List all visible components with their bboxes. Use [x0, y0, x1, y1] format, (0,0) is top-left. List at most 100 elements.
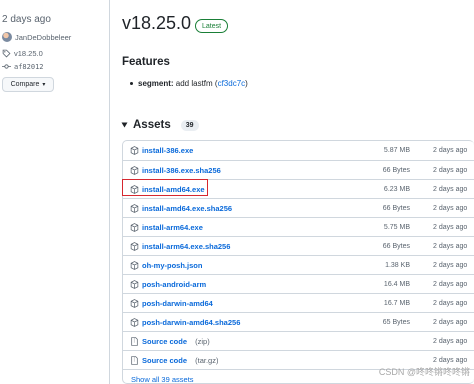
asset-name[interactable]: Source code [142, 337, 187, 346]
asset-row: install-386.exe 5.87 MB 2 days ago [123, 141, 474, 160]
asset-name[interactable]: posh-darwin-amd64.sha256 [142, 318, 240, 327]
tag-icon [2, 49, 11, 58]
author-avatar [2, 32, 12, 42]
asset-name[interactable]: install-arm64.exe [142, 223, 203, 232]
package-icon [130, 279, 139, 289]
file-zip-icon [131, 355, 138, 365]
assets-heading: Assets [133, 119, 171, 131]
asset-link[interactable]: posh-darwin-amd64 [130, 299, 213, 308]
asset-link[interactable]: posh-darwin-amd64.sha256 [130, 318, 240, 327]
tag-label[interactable]: v18.25.0 [14, 49, 43, 58]
package-icon [130, 260, 139, 270]
watermark: CSDN @咚咚锵咚咚锵 [378, 367, 470, 377]
asset-name[interactable]: install-arm64.exe.sha256 [142, 242, 230, 251]
asset-date: 2 days ago [433, 337, 468, 345]
bullet [130, 82, 133, 85]
asset-link[interactable]: Source code (zip) [130, 337, 210, 346]
asset-row: install-386.exe.sha256 66 Bytes 2 days a… [123, 160, 474, 179]
asset-link[interactable]: install-arm64.exe.sha256 [130, 242, 230, 251]
asset-size: 16.7 MB [383, 299, 410, 307]
release-sidebar: 2 days ago JanDeDobbeleer v18.25.0 af820… [0, 0, 110, 384]
commit-icon [2, 64, 11, 69]
feature-text: add lastfm ( [173, 79, 218, 88]
commit-sha[interactable]: af82012 [14, 63, 44, 71]
asset-link[interactable]: install-amd64.exe [130, 185, 205, 194]
asset-link[interactable]: oh-my-posh.json [130, 261, 202, 270]
asset-date: 2 days ago [433, 147, 468, 154]
feature-close-paren: ) [245, 79, 248, 88]
assets-list: install-386.exe 5.87 MB 2 days ago insta… [122, 140, 474, 384]
features-heading: Features [122, 56, 170, 68]
asset-format: (tar.gz) [195, 355, 219, 365]
asset-name[interactable]: install-amd64.exe [142, 185, 205, 194]
asset-link[interactable]: install-amd64.exe.sha256 [130, 204, 232, 213]
author-name[interactable]: JanDeDobbeleer [15, 33, 71, 42]
asset-size: 66 Bytes [382, 242, 410, 250]
compare-button[interactable]: Compare ▾ [2, 77, 54, 92]
assets-count-badge: 39 [180, 119, 199, 131]
latest-badge: Latest [195, 19, 229, 33]
package-icon [130, 317, 139, 327]
asset-row: posh-darwin-amd64 16.7 MB 2 days ago [123, 293, 474, 312]
asset-link[interactable]: install-386.exe [130, 146, 193, 155]
release-date: 2 days ago [2, 14, 51, 25]
asset-link[interactable]: install-386.exe.sha256 [130, 166, 221, 175]
asset-date: 2 days ago [433, 166, 468, 174]
asset-name[interactable]: install-amd64.exe.sha256 [142, 204, 232, 213]
asset-date: 2 days ago [433, 318, 468, 326]
chevron-down-icon: ▾ [42, 82, 46, 88]
asset-size: 1.38 KB [385, 261, 410, 269]
compare-label: Compare [10, 81, 40, 88]
asset-date: 2 days ago [433, 185, 468, 193]
asset-date: 2 days ago [433, 280, 468, 288]
asset-size: 65 Bytes [382, 318, 410, 326]
asset-size: 6.23 MB [383, 185, 410, 193]
asset-row: oh-my-posh.json 1.38 KB 2 days ago [123, 255, 474, 274]
asset-link[interactable]: posh-android-arm [130, 280, 206, 289]
caret-down-icon [121, 122, 128, 128]
package-icon [130, 298, 139, 308]
asset-row: install-arm64.exe 5.75 MB 2 days ago [123, 217, 474, 236]
commit-link[interactable]: af82012 [2, 62, 44, 71]
asset-row: posh-darwin-amd64.sha256 65 Bytes 2 days… [123, 312, 474, 331]
asset-name[interactable]: install-386.exe [142, 146, 193, 155]
feature-list-item: segment: add lastfm (cf3dc7c) [130, 79, 248, 88]
package-icon [130, 241, 139, 251]
package-icon [130, 203, 139, 213]
asset-row: install-amd64.exe.sha256 66 Bytes 2 days… [123, 198, 474, 217]
asset-size: 5.87 MB [383, 147, 410, 154]
asset-date: 2 days ago [433, 204, 468, 212]
asset-link[interactable]: install-arm64.exe [130, 223, 203, 232]
asset-name[interactable]: Source code [142, 356, 187, 365]
asset-date: 2 days ago [433, 261, 468, 269]
tag-link[interactable]: v18.25.0 [2, 49, 43, 58]
asset-row: install-arm64.exe.sha256 66 Bytes 2 days… [123, 236, 474, 255]
asset-size: 66 Bytes [382, 204, 410, 212]
asset-link[interactable]: Source code (tar.gz) [130, 356, 218, 365]
author-link[interactable]: JanDeDobbeleer [2, 32, 71, 42]
package-icon [130, 184, 139, 194]
show-all-assets-link[interactable]: Show all 39 assets [131, 375, 194, 384]
asset-row: Source code (zip) 2 days ago [123, 331, 474, 350]
asset-size: 5.75 MB [383, 223, 410, 231]
asset-row: posh-android-arm 16.4 MB 2 days ago [123, 274, 474, 293]
feature-scope: segment: [138, 79, 174, 88]
asset-date: 2 days ago [433, 356, 468, 364]
asset-name[interactable]: posh-android-arm [142, 280, 206, 289]
assets-toggle[interactable]: Assets 39 [121, 119, 199, 131]
file-zip-icon [131, 336, 138, 346]
commit-reference-link[interactable]: cf3dc7c [218, 79, 246, 88]
asset-size: 16.4 MB [383, 280, 410, 288]
asset-row: install-amd64.exe 6.23 MB 2 days ago [123, 179, 474, 198]
package-icon [130, 146, 139, 155]
asset-name[interactable]: oh-my-posh.json [142, 261, 202, 270]
asset-name[interactable]: posh-darwin-amd64 [142, 299, 213, 308]
asset-date: 2 days ago [433, 223, 468, 231]
asset-size: 66 Bytes [382, 166, 410, 174]
package-icon [130, 222, 139, 232]
asset-format: (zip) [195, 336, 210, 346]
asset-name[interactable]: install-386.exe.sha256 [142, 166, 221, 175]
asset-date: 2 days ago [433, 242, 468, 250]
package-icon [130, 165, 139, 175]
release-title[interactable]: v18.25.0 [122, 13, 191, 34]
